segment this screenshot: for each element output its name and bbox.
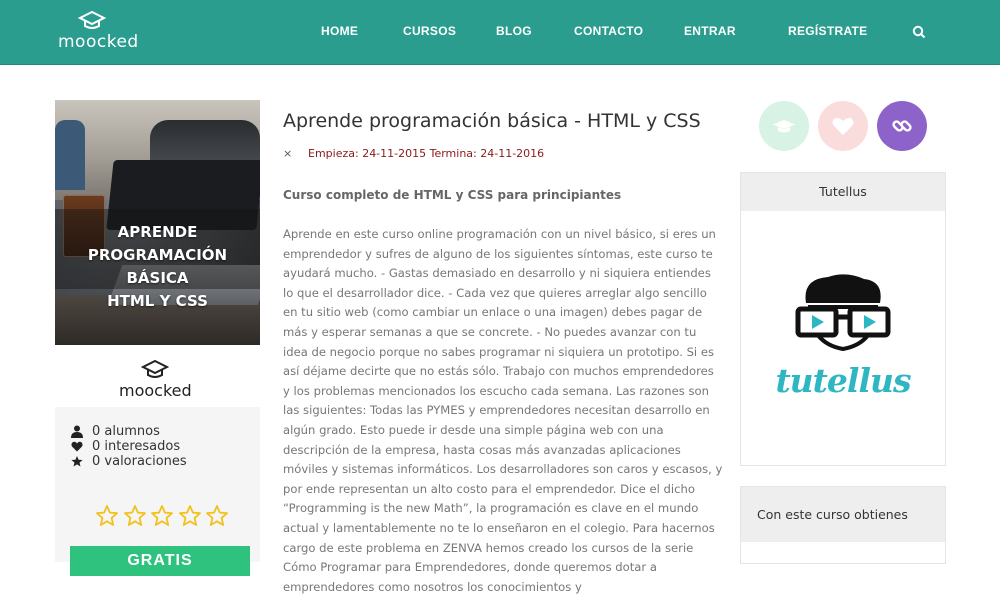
link-icon xyxy=(892,120,912,132)
cover-title: APRENDE PROGRAMACIÓN BÁSICA HTML Y CSS xyxy=(55,221,260,313)
heart-small-icon xyxy=(71,441,83,452)
course-title: Aprende programación básica - HTML y CSS xyxy=(283,110,701,132)
tutellus-mascot-icon xyxy=(795,274,891,352)
stat-interested-text: 0 interesados xyxy=(92,439,181,454)
cover-title-line-1: APRENDE xyxy=(117,223,198,241)
nav-registrate[interactable]: REGÍSTRATE xyxy=(788,24,867,38)
rating-star-icon[interactable] xyxy=(205,504,229,528)
provider-widget-brand: tutellus xyxy=(775,361,911,400)
course-subtitle: Curso completo de HTML y CSS para princi… xyxy=(283,188,622,202)
share-link-circle-button[interactable] xyxy=(877,101,927,151)
nav-blog[interactable]: BLOG xyxy=(496,24,532,38)
star-small-icon xyxy=(71,456,83,467)
graduation-cap-icon xyxy=(773,120,795,133)
favorite-circle-button[interactable] xyxy=(818,101,868,151)
provider-logo-text: moocked xyxy=(119,381,192,400)
nav-home[interactable]: HOME xyxy=(321,24,358,38)
user-icon xyxy=(71,425,83,438)
search-icon[interactable] xyxy=(912,25,926,39)
stat-ratings-text: 0 valoraciones xyxy=(92,454,187,469)
main-nav: HOME CURSOS BLOG CONTACTO ENTRAR REGÍSTR… xyxy=(0,24,1000,40)
benefits-box: Con este curso obtienes xyxy=(740,486,946,564)
course-dates-text: Empieza: 24-11-2015 Termina: 24-11-2016 xyxy=(308,147,545,160)
nav-cursos[interactable]: CURSOS xyxy=(403,24,456,38)
benefits-title: Con este curso obtienes xyxy=(741,487,945,542)
nav-contacto[interactable]: CONTACTO xyxy=(574,24,643,38)
top-navigation-bar: moocked HOME CURSOS BLOG CONTACTO ENTRAR… xyxy=(0,0,1000,65)
graduation-cap-provider-icon xyxy=(141,359,169,378)
provider-logo[interactable]: moocked xyxy=(119,359,199,403)
rating-star-icon[interactable] xyxy=(95,504,119,528)
cover-photo-person xyxy=(55,120,85,190)
rating-star-icon[interactable] xyxy=(123,504,147,528)
heart-icon xyxy=(832,117,854,135)
course-description: Aprende en este curso online programació… xyxy=(283,227,723,594)
enroll-circle-button[interactable] xyxy=(759,101,809,151)
nav-entrar[interactable]: ENTRAR xyxy=(684,24,736,38)
rating-stars[interactable] xyxy=(95,504,230,528)
course-stats-box: 0 alumnos 0 interesados 0 valoraciones G… xyxy=(55,407,260,576)
cover-title-line-3: HTML Y CSS xyxy=(107,292,208,310)
provider-widget[interactable]: Tutellus tutellus xyxy=(740,172,946,466)
course-cover-image[interactable]: APRENDE PROGRAMACIÓN BÁSICA HTML Y CSS xyxy=(55,100,260,345)
rating-star-icon[interactable] xyxy=(178,504,202,528)
provider-logo-box: moocked xyxy=(55,345,260,407)
cover-title-line-2: PROGRAMACIÓN BÁSICA xyxy=(87,246,228,287)
stat-students-text: 0 alumnos xyxy=(92,424,160,439)
close-icon[interactable]: × xyxy=(283,147,292,160)
rating-star-icon[interactable] xyxy=(150,504,174,528)
enroll-free-button[interactable]: GRATIS xyxy=(70,546,250,576)
provider-widget-title: Tutellus xyxy=(741,173,945,211)
